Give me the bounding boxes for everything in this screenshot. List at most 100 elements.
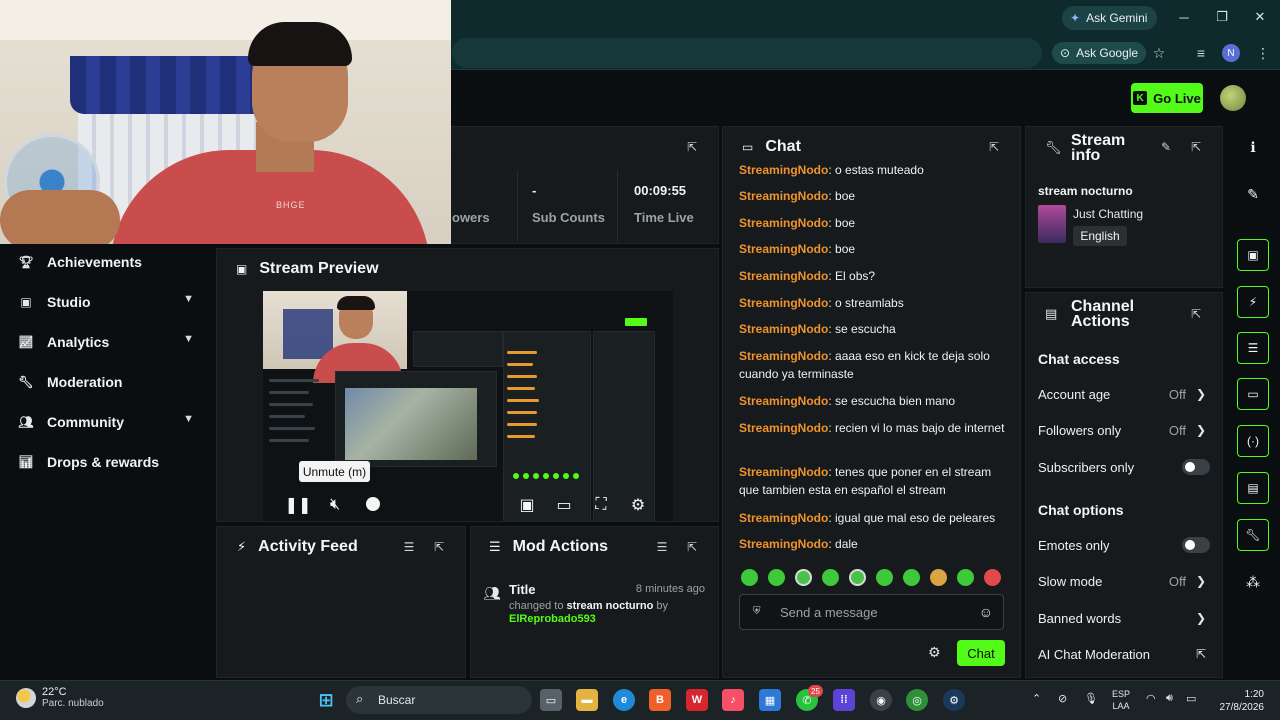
pip-icon[interactable]: ▣ [516, 494, 538, 516]
chat-username[interactable]: StreamingNodo [739, 511, 828, 525]
obs-icon[interactable]: ◉ [870, 689, 892, 711]
chrome-icon[interactable]: ◎ [906, 689, 928, 711]
category-name[interactable]: Just Chatting [1073, 207, 1143, 221]
emote-icon[interactable] [768, 569, 785, 586]
wifi-icon[interactable]: ◠ [1146, 692, 1156, 705]
filter-icon[interactable]: ☰ [655, 540, 669, 554]
brave-icon[interactable]: B [649, 689, 671, 711]
chat-settings-icon[interactable]: ⚙ [928, 644, 941, 661]
chat-username[interactable]: StreamingNodo [739, 189, 828, 203]
minimize-button[interactable]: ─ [1168, 6, 1200, 28]
chat-username[interactable]: StreamingNodo [739, 421, 828, 435]
chat-username[interactable]: StreamingNodo [739, 269, 828, 283]
taskbar-clock[interactable]: 1:20 27/8/2026 [1204, 688, 1265, 714]
emote-icon[interactable] [849, 569, 866, 586]
chat-username[interactable]: StreamingNodo [739, 216, 828, 230]
chat-username[interactable]: StreamingNodo [739, 163, 828, 177]
slow-mode-row[interactable]: Slow mode Off ❯ [1038, 571, 1210, 591]
emote-icon[interactable] [795, 569, 812, 586]
chat-input[interactable]: ⛨ Send a message ☺ [739, 594, 1004, 630]
taskbar-search[interactable]: ⌕ Buscar [346, 686, 532, 714]
emote-icon[interactable] [903, 569, 920, 586]
ask-gemini-button[interactable]: ✦ Ask Gemini [1062, 6, 1158, 30]
emote-icon[interactable] [822, 569, 839, 586]
go-live-button[interactable]: K Go Live [1131, 83, 1203, 113]
preview-toggle-icon[interactable]: ▣ [1237, 239, 1269, 271]
reading-list-icon[interactable]: ≡ [1192, 44, 1210, 62]
popout-icon[interactable]: ⇱ [1189, 140, 1203, 154]
banned-words-row[interactable]: Banned words ❯ [1038, 608, 1210, 628]
cast-icon[interactable]: ▭ [553, 494, 575, 516]
widgets-icon[interactable]: ⁂ [1237, 566, 1269, 598]
weather-widget[interactable]: 22°C Parc. nublado [16, 686, 104, 709]
sidebar-item-analytics[interactable]: 📈︎ Analytics ▼ [18, 330, 198, 354]
chat-username[interactable]: StreamingNodo [739, 322, 828, 336]
user-avatar[interactable] [1220, 85, 1246, 111]
microphone-icon[interactable]: 🎙︎ [1084, 692, 1098, 705]
subscribers-only-toggle[interactable] [1182, 459, 1210, 475]
emote-icon[interactable] [930, 569, 947, 586]
file-explorer-icon[interactable]: ▬ [576, 689, 598, 711]
sidebar-item-moderation[interactable]: 🔧︎ Moderation [18, 370, 198, 394]
chat-username[interactable]: StreamingNodo [739, 242, 828, 256]
popout-icon[interactable]: ⇱ [685, 540, 699, 554]
sidebar-item-studio[interactable]: ▣ Studio ▼ [18, 290, 198, 314]
battery-icon[interactable]: ▭ [1186, 692, 1196, 705]
popout-icon[interactable]: ⇱ [685, 140, 699, 154]
sidebar-item-achievements[interactable]: 🏆︎ Achievements [18, 250, 198, 274]
broadcast-icon[interactable]: (·) [1237, 425, 1269, 457]
emote-icon[interactable] [957, 569, 974, 586]
emote-icon[interactable] [741, 569, 758, 586]
windows-start-icon[interactable]: ⊞ [315, 689, 337, 711]
mod-action-user[interactable]: ElReprobado593 [509, 613, 596, 625]
account-age-row[interactable]: Account age Off ❯ [1038, 384, 1210, 404]
pause-icon[interactable]: ❚❚ [285, 494, 312, 516]
chat-username[interactable]: StreamingNodo [739, 465, 828, 479]
gear-icon[interactable]: ⚙ [627, 494, 649, 516]
emote-icon[interactable] [984, 569, 1001, 586]
wps-icon[interactable]: W [686, 689, 708, 711]
popout-icon[interactable]: ⇱ [987, 140, 1001, 154]
edit-pencil-icon[interactable]: ✎ [1237, 178, 1269, 210]
ask-google-button[interactable]: ⊙ Ask Google [1052, 42, 1147, 64]
lightning-icon[interactable]: ⚡︎ [1237, 286, 1269, 318]
network-off-icon[interactable]: ⊘ [1058, 692, 1067, 705]
tray-chevron-icon[interactable]: ⌃ [1032, 692, 1041, 705]
popout-icon[interactable]: ⇱ [432, 540, 446, 554]
store-icon[interactable]: ▦ [759, 689, 781, 711]
chat-username[interactable]: StreamingNodo [739, 349, 828, 363]
chat-username[interactable]: StreamingNodo [739, 394, 828, 408]
bookmark-star-icon[interactable]: ☆ [1150, 44, 1168, 62]
popout-icon[interactable]: ⇱ [1189, 307, 1203, 321]
chat-username[interactable]: StreamingNodo [739, 537, 828, 551]
emote-icon[interactable] [876, 569, 893, 586]
close-window-button[interactable]: ✕ [1244, 6, 1276, 28]
chat-send-button[interactable]: Chat [957, 640, 1005, 666]
profile-avatar[interactable]: N [1222, 44, 1240, 62]
language-indicator[interactable]: ESP LAA [1112, 688, 1130, 712]
muted-speaker-icon[interactable]: 🔇︎ [324, 494, 346, 516]
actions-icon[interactable]: ▤ [1237, 472, 1269, 504]
apps-grid-icon[interactable]: ⁞⁞ [833, 689, 855, 711]
stream-preview-video[interactable] [263, 291, 673, 521]
chat-username[interactable]: StreamingNodo [739, 296, 828, 310]
task-view-icon[interactable]: ▭ [540, 689, 562, 711]
chat-bubble-icon[interactable]: ▭ [1237, 378, 1269, 410]
url-field[interactable] [452, 38, 1042, 68]
edge-icon[interactable]: e [613, 689, 635, 711]
wrench-icon[interactable]: 🔧︎ [1237, 519, 1269, 551]
emoji-icon[interactable]: ☺ [979, 604, 993, 620]
list-icon[interactable]: ☰ [1237, 332, 1269, 364]
edit-pencil-icon[interactable]: ✎ [1159, 140, 1173, 154]
followers-only-row[interactable]: Followers only Off ❯ [1038, 420, 1210, 440]
maximize-button[interactable]: ❐ [1206, 6, 1238, 28]
music-icon[interactable]: ♪ [722, 689, 744, 711]
volume-slider[interactable] [366, 497, 380, 511]
sidebar-item-drops-rewards[interactable]: 📊︎ Drops & rewards [18, 450, 198, 474]
emotes-only-toggle[interactable] [1182, 537, 1210, 553]
ai-moderation-row[interactable]: AI Chat Moderation ⇱ [1038, 644, 1210, 664]
volume-icon[interactable]: 🔊︎ [1166, 692, 1173, 705]
filter-icon[interactable]: ☰ [402, 540, 416, 554]
steam-icon[interactable]: ⚙ [943, 689, 965, 711]
info-icon[interactable]: ℹ [1237, 131, 1269, 163]
